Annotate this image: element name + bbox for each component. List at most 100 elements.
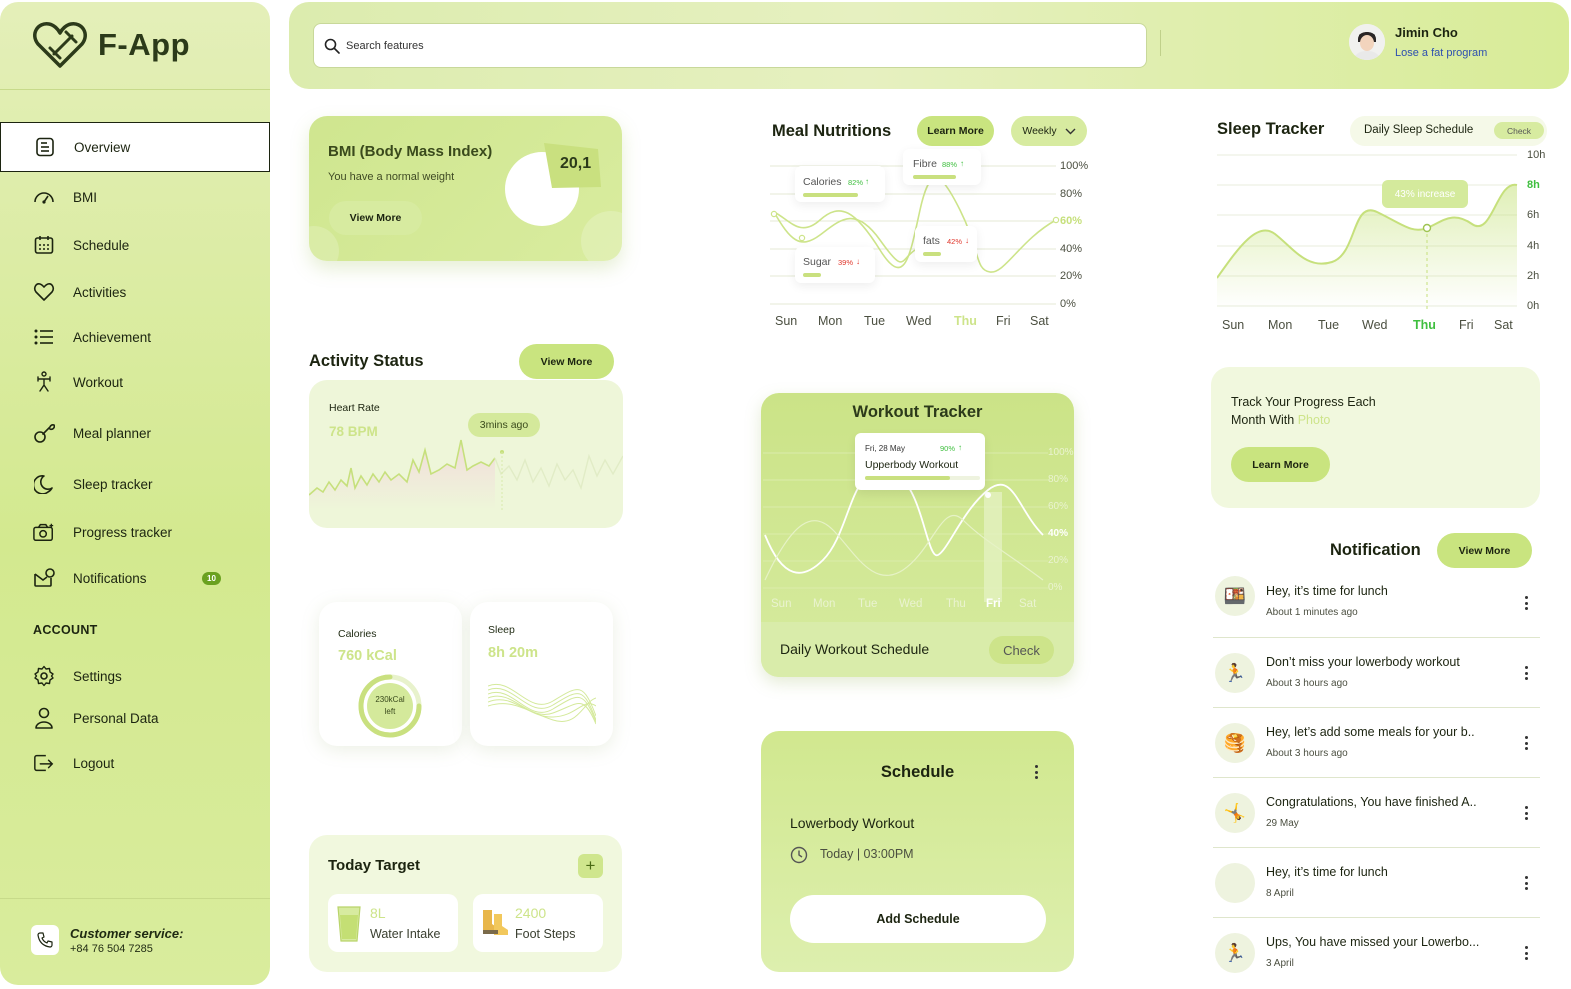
- sidebar-item-label: Schedule: [73, 237, 130, 253]
- search-bar[interactable]: [313, 23, 1147, 68]
- customer-service-title: Customer service:: [70, 926, 184, 941]
- progress-learn-more-button[interactable]: Learn More: [1231, 447, 1330, 482]
- y-tick-label: 0%: [1048, 582, 1063, 593]
- heart-rate-chart: [309, 439, 623, 510]
- x-tick-label: Tue: [858, 598, 878, 610]
- sidebar-item-achievement[interactable]: Achievement: [0, 315, 270, 359]
- add-schedule-button[interactable]: Add Schedule: [790, 895, 1046, 943]
- notification-avatar: 🏃: [1215, 933, 1255, 973]
- y-tick-label: 0h: [1527, 300, 1540, 312]
- notification-view-more-button[interactable]: View More: [1437, 533, 1532, 568]
- y-tick-label: 10h: [1527, 149, 1546, 161]
- sidebar-item-sleep-tracker[interactable]: Sleep tracker: [0, 462, 270, 506]
- x-tick-label: Mon: [1268, 318, 1293, 332]
- sidebar-item-label: Overview: [74, 139, 131, 155]
- sidebar-item-schedule[interactable]: Schedule: [0, 223, 270, 267]
- bmi-value: 20,1: [560, 155, 592, 172]
- y-tick-label: 6h: [1527, 209, 1540, 221]
- bmi-view-more-button[interactable]: View More: [329, 201, 422, 235]
- x-tick-label: Sat: [1030, 314, 1049, 328]
- nutrition-tooltip-sugar: Sugar 39% ↓: [795, 247, 875, 283]
- notification-avatar: 🍱: [1215, 576, 1255, 616]
- x-tick-label: Mon: [813, 598, 836, 610]
- sidebar-item-label: BMI: [73, 189, 98, 205]
- sidebar-item-personal-data[interactable]: Personal Data: [0, 696, 270, 740]
- customer-service-phone[interactable]: +84 76 504 7285: [70, 943, 153, 955]
- person-icon: [33, 707, 55, 729]
- sidebar-item-label: Meal planner: [73, 425, 152, 441]
- heart-dumbbell-logo-icon: [33, 22, 87, 68]
- sidebar-item-bmi[interactable]: BMI: [0, 175, 270, 219]
- sleep-schedule-label: Daily Sleep Schedule: [1364, 124, 1474, 136]
- notification-avatar: 🥞: [1215, 723, 1255, 763]
- water-intake-value: 8L: [370, 905, 386, 921]
- workout-check-button[interactable]: Check: [989, 636, 1054, 664]
- sidebar-item-settings[interactable]: Settings: [0, 654, 270, 698]
- workout-tooltip-percent: 90%: [940, 444, 956, 453]
- notification-more-options-button[interactable]: [1524, 596, 1528, 610]
- bmi-icon: [33, 186, 55, 208]
- today-target-title: Today Target: [328, 857, 420, 874]
- sidebar-item-logout[interactable]: Logout: [0, 741, 270, 785]
- arrow-up-icon: ↑: [958, 443, 962, 452]
- notification-item[interactable]: Hey, it’s time for lunch 8 April: [1213, 848, 1540, 918]
- sidebar-item-overview[interactable]: Overview: [0, 122, 270, 172]
- progress-line-2: Month With Photo: [1231, 413, 1330, 427]
- schedule-more-options-button[interactable]: [1034, 765, 1038, 779]
- nutrition-tooltip-fibre: Fibre 88% ↑: [903, 149, 981, 185]
- nutrition-progress-bar: [913, 175, 956, 179]
- notification-more-options-button[interactable]: [1524, 946, 1528, 960]
- schedule-item-time: Today | 03:00PM: [820, 847, 914, 861]
- y-tick-label: 100%: [1060, 160, 1089, 172]
- avatar[interactable]: [1349, 24, 1385, 60]
- notification-time: About 3 hours ago: [1266, 678, 1348, 689]
- workout-tooltip: Fri, 28 May 90% ↑ Upperbody Workout: [855, 433, 985, 490]
- sidebar-item-label: Achievement: [73, 329, 152, 345]
- sidebar-item-progress-tracker[interactable]: Progress tracker: [0, 510, 270, 554]
- sidebar-item-meal-planner[interactable]: Meal planner: [0, 411, 270, 455]
- nutrition-increase: 82%: [848, 178, 864, 187]
- sidebar-item-workout[interactable]: Workout: [0, 360, 270, 404]
- notification-text: Hey, it’s time for lunch: [1266, 865, 1388, 879]
- notification-more-options-button[interactable]: [1524, 666, 1528, 680]
- add-target-button[interactable]: +: [578, 854, 603, 878]
- period-select[interactable]: Weekly: [1011, 116, 1087, 146]
- heart-rate-tooltip: 3mins ago: [468, 413, 540, 437]
- notification-more-options-button[interactable]: [1524, 876, 1528, 890]
- heart-icon: [33, 281, 55, 303]
- notification-item[interactable]: 🤸 Congratulations, You have finished A..…: [1213, 778, 1540, 848]
- x-tick-label-highlighted: Fri: [986, 598, 1001, 610]
- y-tick-label: 40%: [1048, 528, 1069, 539]
- meal-learn-more-button[interactable]: Learn More: [917, 116, 994, 146]
- sidebar-item-activities[interactable]: Activities: [0, 270, 270, 314]
- notification-text: Ups, You have missed your Lowerbo...: [1266, 935, 1480, 949]
- sidebar-item-label: Activities: [73, 284, 127, 300]
- notification-time: About 1 minutes ago: [1266, 607, 1358, 618]
- user-name: Jimin Cho: [1395, 25, 1458, 40]
- sidebar-item-notifications[interactable]: Notifications: [0, 556, 270, 600]
- user-program-link[interactable]: Lose a fat program: [1395, 47, 1487, 59]
- notification-more-options-button[interactable]: [1524, 806, 1528, 820]
- x-tick-label: Wed: [906, 314, 932, 328]
- search-input[interactable]: [346, 39, 1126, 52]
- sleep-label: Sleep: [488, 624, 515, 636]
- sleep-check-button[interactable]: Check: [1494, 122, 1544, 139]
- calories-label: Calories: [338, 628, 377, 640]
- notification-text: Hey, let’s add some meals for your b..: [1266, 725, 1475, 739]
- notification-item[interactable]: 🥞 Hey, let’s add some meals for your b..…: [1213, 708, 1540, 778]
- notification-title: Notification: [1330, 541, 1421, 559]
- notification-item[interactable]: 🏃 Don’t miss your lowerbody workout Abou…: [1213, 638, 1540, 708]
- x-tick-label: Wed: [1362, 318, 1388, 332]
- x-tick-label: Fri: [996, 314, 1011, 328]
- app-logo[interactable]: F-App: [32, 20, 190, 70]
- bmi-subtitle: You have a normal weight: [328, 171, 455, 183]
- sidebar-item-label: Settings: [73, 668, 122, 684]
- workout-tooltip-date: Fri, 28 May: [865, 444, 906, 453]
- notification-item[interactable]: 🍱 Hey, it’s time for lunch About 1 minut…: [1213, 568, 1540, 638]
- sleep-wave-chart: [488, 683, 596, 725]
- workout-tracker-title: Workout Tracker: [852, 403, 983, 421]
- y-tick-label: 20%: [1060, 270, 1083, 282]
- notification-item[interactable]: 🏃 Ups, You have missed your Lowerbo... 3…: [1213, 918, 1540, 988]
- notification-more-options-button[interactable]: [1524, 736, 1528, 750]
- activity-view-more-button[interactable]: View More: [519, 344, 614, 379]
